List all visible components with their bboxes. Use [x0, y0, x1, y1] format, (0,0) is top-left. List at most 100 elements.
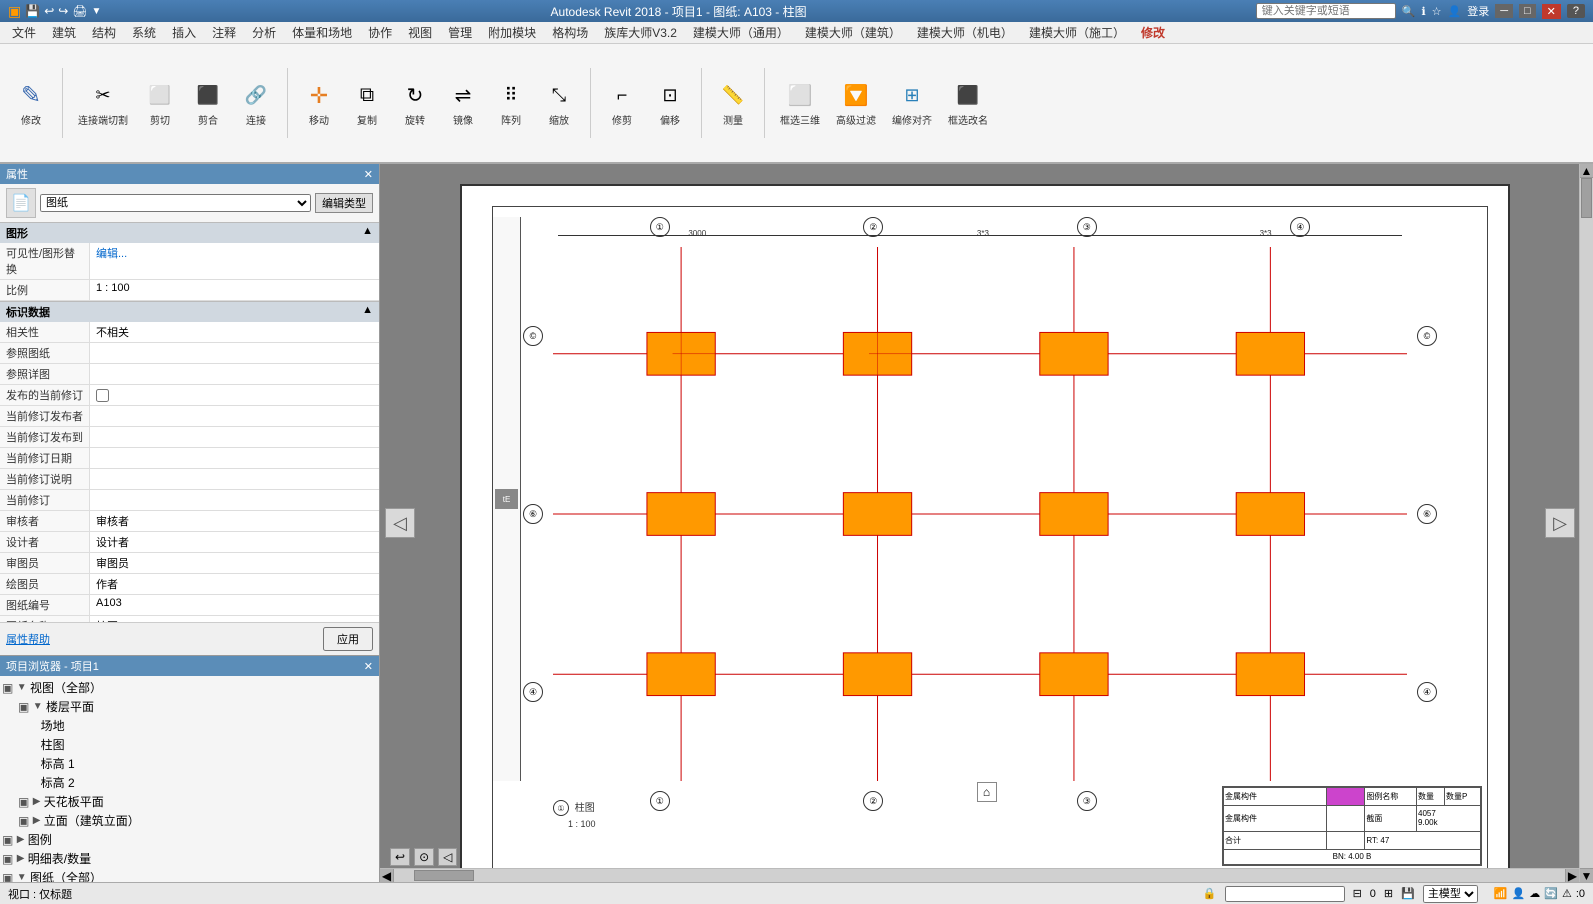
- scrollbar-down-arrow[interactable]: ▼: [1580, 868, 1593, 882]
- quick-redo[interactable]: ↪: [58, 4, 68, 18]
- prop-val-visibility[interactable]: 编辑...: [90, 243, 379, 279]
- menu-modeler-arch[interactable]: 建模大师（建筑）: [797, 22, 909, 43]
- nav-left-arrow[interactable]: ◁: [385, 508, 415, 538]
- props-apply-button[interactable]: 应用: [323, 627, 373, 651]
- trim-icon: ⌐: [606, 80, 638, 112]
- menu-insert[interactable]: 插入: [164, 22, 204, 43]
- status-model-dropdown[interactable]: 主模型: [1423, 885, 1478, 903]
- login-label[interactable]: 登录: [1467, 3, 1489, 19]
- tree-item-schedule[interactable]: ▣ ▶ 明细表/数量: [2, 849, 377, 868]
- menu-structure[interactable]: 结构: [84, 22, 124, 43]
- menu-analyze[interactable]: 分析: [244, 22, 284, 43]
- frame-change-name-label: 框选改名: [948, 112, 988, 127]
- rotate-button[interactable]: ↻ 旋转: [392, 77, 438, 130]
- tree-item-floor-plans-item[interactable]: ▣ ▼ 楼层平面: [18, 697, 377, 716]
- scale-button[interactable]: ⤡ 缩放: [536, 77, 582, 130]
- move-button[interactable]: ✛ 移动: [296, 77, 342, 130]
- identity-section-header[interactable]: 标识数据 ▲: [0, 301, 379, 322]
- prop-val-published-revision[interactable]: [90, 385, 379, 405]
- type-dropdown[interactable]: 图纸: [40, 194, 311, 212]
- menu-modeler-common[interactable]: 建模大师（通用）: [685, 22, 797, 43]
- menu-modeler-construction[interactable]: 建模大师（施工）: [1021, 22, 1133, 43]
- menu-systems[interactable]: 系统: [124, 22, 164, 43]
- quick-print[interactable]: 🖨: [72, 4, 87, 18]
- status-grid-icon[interactable]: ⊞: [1384, 887, 1393, 900]
- tree-item-legend[interactable]: ▣ ▶ 图例: [2, 830, 377, 849]
- status-lock-icon[interactable]: 🔒: [1203, 887, 1217, 900]
- advanced-filter-label: 高级过滤: [836, 112, 876, 127]
- graphics-section-header[interactable]: 图形 ▲: [0, 222, 379, 243]
- nav-right-arrow[interactable]: ▷: [1545, 508, 1575, 538]
- join-button[interactable]: ⬛ 剪合: [185, 77, 231, 130]
- view-ctrl-icon3[interactable]: ◁: [438, 848, 457, 866]
- scrollbar-right-arrow[interactable]: ▶: [1565, 869, 1579, 882]
- home-icon[interactable]: ⌂: [977, 782, 997, 802]
- status-warning-icon[interactable]: ⚠: [1562, 887, 1572, 900]
- right-scrollbar[interactable]: ▲ ▼: [1579, 164, 1593, 882]
- frame-3d-button[interactable]: ⬜ 框选三维: [773, 77, 827, 130]
- tree-item-site[interactable]: 场地: [34, 716, 377, 735]
- quick-undo[interactable]: ↩: [44, 4, 54, 18]
- quick-save[interactable]: 💾: [25, 4, 40, 18]
- tree-item-elevation[interactable]: ▣ ▶ 立面（建筑立面）: [18, 811, 377, 830]
- tree-item-views[interactable]: ▣ ▼ 视图（全部）: [2, 678, 377, 697]
- frame-change-name-button[interactable]: ⬛ 框选改名: [941, 77, 995, 130]
- connect-button[interactable]: 🔗 连接: [233, 77, 279, 130]
- offset-button[interactable]: ⊡ 偏移: [647, 77, 693, 130]
- scrollbar-up-arrow[interactable]: ▲: [1580, 164, 1593, 178]
- status-search-box[interactable]: [1225, 886, 1345, 902]
- properties-close-button[interactable]: ✕: [364, 168, 373, 181]
- menu-manage[interactable]: 管理: [440, 22, 480, 43]
- scrollbar-h-thumb[interactable]: [414, 870, 474, 881]
- menu-architecture[interactable]: 建筑: [44, 22, 84, 43]
- minimize-button[interactable]: ─: [1495, 4, 1513, 18]
- view-ctrl-icon1[interactable]: ↩: [390, 848, 410, 866]
- more-quick-tools[interactable]: ▼: [92, 6, 102, 17]
- connect-cut-button[interactable]: ✂ 连接端切割: [71, 77, 135, 130]
- status-save-icon[interactable]: 💾: [1401, 887, 1415, 900]
- copy-button[interactable]: ⧉ 复制: [344, 77, 390, 130]
- edit-align-button[interactable]: ⊞ 编修对齐: [885, 77, 939, 130]
- measure-button[interactable]: 📏 测量: [710, 77, 756, 130]
- star-icon[interactable]: ☆: [1432, 5, 1442, 18]
- menu-collaborate[interactable]: 协作: [360, 22, 400, 43]
- bottom-scrollbar[interactable]: ◀ ▶: [380, 868, 1579, 882]
- close-button[interactable]: ✕: [1542, 4, 1561, 19]
- trim-button[interactable]: ⌐ 修剪: [599, 77, 645, 130]
- menu-file[interactable]: 文件: [4, 22, 44, 43]
- tb-cell-color: [1326, 788, 1365, 806]
- maximize-button[interactable]: □: [1519, 4, 1536, 18]
- help-icon[interactable]: ?: [1567, 4, 1585, 18]
- view-ctrl-icon2[interactable]: ⊙: [414, 848, 434, 866]
- scrollbar-thumb[interactable]: [1581, 178, 1592, 218]
- status-sync-icon[interactable]: 🔄: [1544, 887, 1558, 900]
- tree-item-level2[interactable]: 标高 2: [34, 773, 377, 792]
- browser-close-button[interactable]: ✕: [364, 660, 373, 673]
- search-icon[interactable]: 🔍: [1402, 5, 1416, 18]
- scrollbar-left-arrow[interactable]: ◀: [380, 869, 394, 882]
- edit-type-button[interactable]: 编辑类型: [315, 193, 373, 213]
- props-help-link[interactable]: 属性帮助: [6, 631, 50, 647]
- menu-tribe-v3[interactable]: 族库大师V3.2: [596, 22, 685, 43]
- menu-massing[interactable]: 体量和场地: [284, 22, 360, 43]
- menu-annotate[interactable]: 注释: [204, 22, 244, 43]
- menu-modeler-mep[interactable]: 建模大师（机电）: [909, 22, 1021, 43]
- status-filter-icon[interactable]: ⊟: [1353, 887, 1362, 900]
- published-revision-checkbox[interactable]: [96, 389, 109, 402]
- cut-button[interactable]: ⬜ 剪切: [137, 77, 183, 130]
- search-input[interactable]: [1256, 3, 1396, 19]
- modify-button[interactable]: ✎ 修改: [8, 77, 54, 130]
- tree-item-ceiling[interactable]: ▣ ▶ 天花板平面: [18, 792, 377, 811]
- tree-item-column-plan[interactable]: 柱图: [34, 735, 377, 754]
- menu-view[interactable]: 视图: [400, 22, 440, 43]
- tree-item-sheets[interactable]: ▣ ▼ 图纸（全部）: [2, 868, 377, 882]
- mirror-button[interactable]: ⇌ 镜像: [440, 77, 486, 130]
- column-grid-svg: [553, 247, 1407, 781]
- advanced-filter-button[interactable]: 🔽 高级过滤: [829, 77, 883, 130]
- menu-addins[interactable]: 附加模块: [480, 22, 544, 43]
- canvas-area[interactable]: ◁ ① ② ③ ④ 30003*33*3: [380, 164, 1593, 882]
- menu-modify[interactable]: 修改: [1133, 22, 1173, 43]
- tree-item-level1[interactable]: 标高 1: [34, 754, 377, 773]
- array-button[interactable]: ⠿ 阵列: [488, 77, 534, 130]
- menu-lattice[interactable]: 格构场: [544, 22, 596, 43]
